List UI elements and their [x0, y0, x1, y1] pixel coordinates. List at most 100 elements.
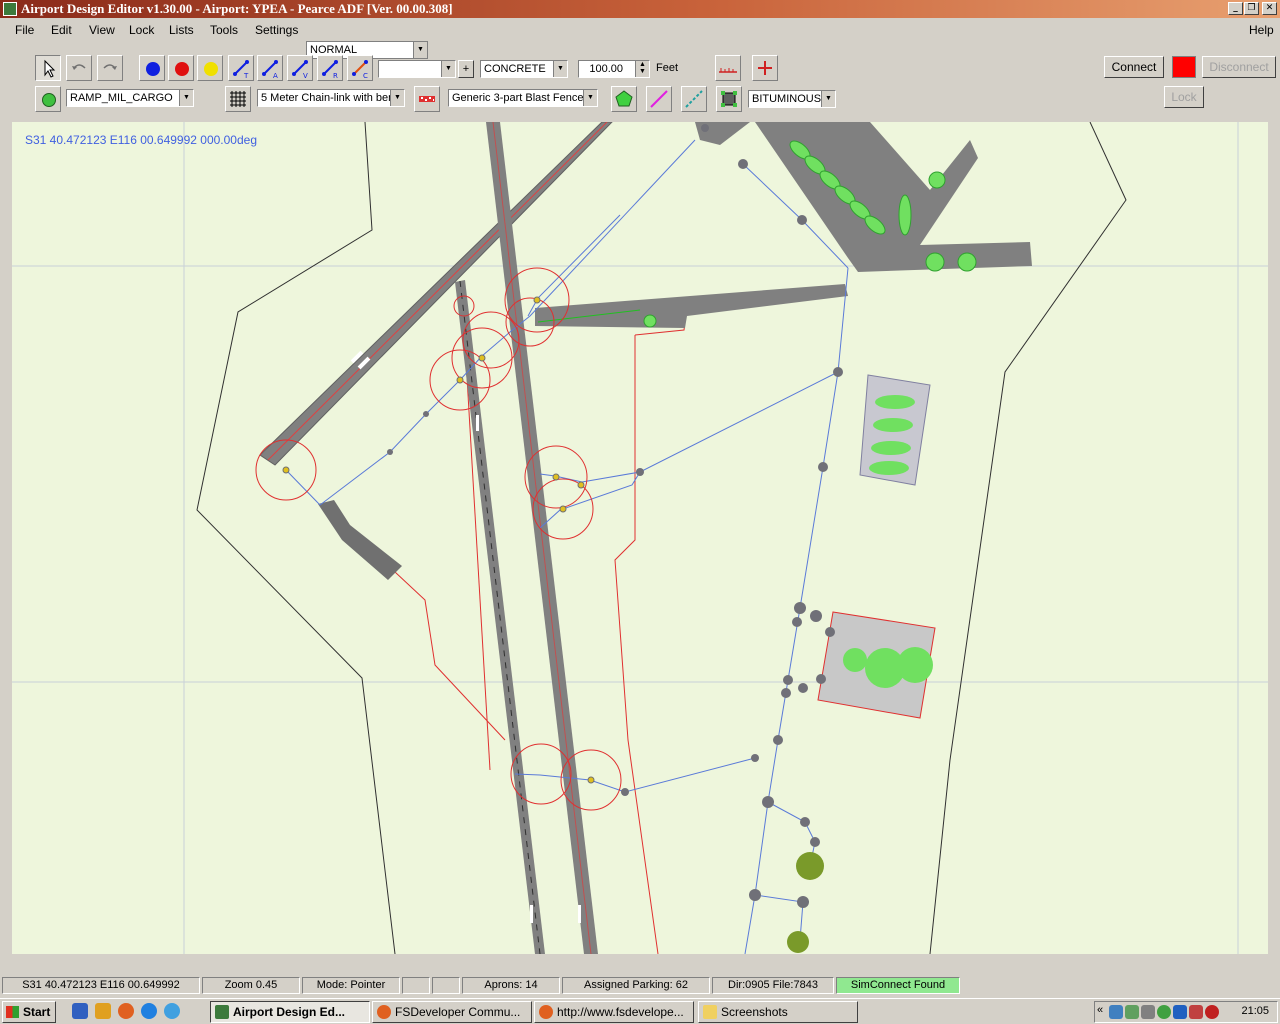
tray-app-icon[interactable] [1141, 1005, 1155, 1019]
connection-status-indicator [1172, 56, 1196, 78]
line-tool[interactable] [646, 86, 672, 112]
surface-select[interactable]: CONCRETE ▼ [480, 60, 568, 78]
crosshair-tool[interactable] [752, 55, 778, 81]
connect-button[interactable]: Connect [1104, 56, 1164, 78]
tray-expand-icon[interactable]: « [1097, 1004, 1103, 1016]
polygon-tool[interactable] [611, 86, 637, 112]
task-label: FSDeveloper Commu... [395, 1005, 521, 1019]
show-desktop-icon[interactable] [72, 1003, 88, 1019]
menu-lock[interactable]: Lock [129, 23, 154, 37]
airport-layout-drawing[interactable] [12, 122, 1268, 954]
folder-icon [703, 1005, 717, 1019]
dashed-line-icon [685, 90, 703, 108]
lock-button[interactable]: Lock [1164, 86, 1204, 108]
svg-text:C: C [363, 72, 368, 80]
close-button[interactable]: ✕ [1262, 2, 1277, 15]
status-empty-1 [402, 977, 430, 994]
menu-tools[interactable]: Tools [210, 23, 238, 37]
windows-logo-icon [6, 1006, 19, 1018]
blast-fence-value: Generic 3-part Blast Fence [452, 92, 584, 104]
status-zoom: Zoom 0.45 [202, 977, 300, 994]
status-mode: Mode: Pointer [302, 977, 400, 994]
chevron-down-icon: ▼ [413, 42, 427, 58]
menu-lists[interactable]: Lists [169, 23, 194, 37]
apron-tool[interactable] [716, 86, 742, 112]
task-fsdeveloper-web[interactable]: http://www.fsdevelope... [534, 1001, 694, 1023]
media-player-icon[interactable] [164, 1003, 180, 1019]
spinner-icon[interactable]: ▲ ▼ [635, 61, 649, 77]
measure-tool[interactable] [715, 55, 741, 81]
fence-tool[interactable] [225, 86, 251, 112]
task-label: http://www.fsdevelope... [557, 1005, 684, 1019]
fence-type-select[interactable]: 5 Meter Chain-link with bent ▼ [257, 89, 405, 107]
firefox-icon[interactable] [118, 1003, 134, 1019]
link-t-icon: T [233, 60, 249, 80]
parking-type-select[interactable]: RAMP_MIL_CARGO ▼ [66, 89, 194, 107]
antivirus-icon[interactable] [1125, 1005, 1139, 1019]
disconnect-button[interactable]: Disconnect [1202, 56, 1276, 78]
redo-button[interactable] [97, 55, 123, 81]
pointer-tool-button[interactable] [35, 55, 61, 81]
start-button[interactable]: Start [2, 1001, 56, 1023]
firefox-icon [539, 1005, 553, 1019]
blue-circle-icon [146, 62, 160, 76]
alert-icon[interactable] [1205, 1005, 1219, 1019]
internet-explorer-icon[interactable] [141, 1003, 157, 1019]
task-fsdeveloper-community[interactable]: FSDeveloper Commu... [372, 1001, 532, 1023]
status-parking: Assigned Parking: 62 [562, 977, 710, 994]
outlook-icon[interactable] [95, 1003, 111, 1019]
menu-edit[interactable]: Edit [51, 23, 72, 37]
chevron-down-icon: ▼ [821, 91, 835, 107]
closed-link-tool[interactable]: C [347, 55, 373, 81]
svg-text:R: R [333, 72, 338, 80]
parking-tool[interactable] [35, 86, 61, 112]
yellow-circle-icon [204, 62, 218, 76]
apron-link-tool[interactable]: A [257, 55, 283, 81]
runway-link-tool[interactable]: R [317, 55, 343, 81]
maximize-button[interactable]: ❐ [1244, 2, 1259, 15]
pentagon-icon [615, 90, 633, 107]
menu-settings[interactable]: Settings [255, 23, 298, 37]
bluetooth-icon[interactable] [1173, 1005, 1187, 1019]
link-a-icon: A [262, 60, 278, 80]
network-icon[interactable] [1109, 1005, 1123, 1019]
taxiway-link-tool[interactable]: T [228, 55, 254, 81]
messenger-icon[interactable] [1157, 1005, 1171, 1019]
chevron-down-icon: ▼ [553, 61, 567, 77]
length-input[interactable]: 100.00 ▲ ▼ [578, 60, 650, 78]
pointer-icon [44, 59, 56, 78]
menu-file[interactable]: File [15, 23, 34, 37]
undo-icon [72, 64, 86, 70]
apron-surface-select[interactable]: BITUMINOUS ▼ [748, 90, 836, 108]
security-icon[interactable] [1189, 1005, 1203, 1019]
task-airport-design-editor[interactable]: Airport Design Ed... [210, 1001, 370, 1023]
svg-text:V: V [303, 72, 308, 80]
add-button[interactable]: + [458, 60, 474, 78]
task-screenshots-folder[interactable]: Screenshots [698, 1001, 858, 1023]
system-tray: « 21:05 [1094, 1001, 1278, 1023]
menu-help[interactable]: Help [1249, 23, 1274, 37]
minimize-button[interactable]: _ [1228, 2, 1243, 15]
task-label: Airport Design Ed... [233, 1005, 346, 1019]
edge-line-tool[interactable] [681, 86, 707, 112]
airport-map-canvas[interactable]: S31 40.472123 E116 00.649992 000.00deg [12, 122, 1268, 954]
fence-type-value: 5 Meter Chain-link with bent [261, 92, 398, 104]
blast-fence-tool[interactable] [414, 86, 440, 112]
redo-icon [103, 64, 117, 70]
link-r-icon: R [322, 60, 338, 80]
vehicle-link-tool[interactable]: V [287, 55, 313, 81]
red-node-tool[interactable] [168, 55, 194, 81]
length-unit-label: Feet [656, 62, 679, 74]
yellow-node-tool[interactable] [197, 55, 223, 81]
undo-button[interactable] [66, 55, 92, 81]
status-aprons: Aprons: 14 [462, 977, 560, 994]
menu-view[interactable]: View [89, 23, 115, 37]
parking-circle-icon [42, 93, 56, 107]
status-bar: S31 40.472123 E116 00.649992 Zoom 0.45 M… [0, 976, 1280, 996]
status-dir: Dir:0905 File:7843 [712, 977, 834, 994]
apron-select-icon [721, 91, 737, 107]
blast-fence-select[interactable]: Generic 3-part Blast Fence ▼ [448, 89, 598, 107]
blast-fence-icon [419, 96, 435, 102]
blue-node-tool[interactable] [139, 55, 165, 81]
taxi-name-select[interactable]: ▼ [378, 60, 456, 78]
